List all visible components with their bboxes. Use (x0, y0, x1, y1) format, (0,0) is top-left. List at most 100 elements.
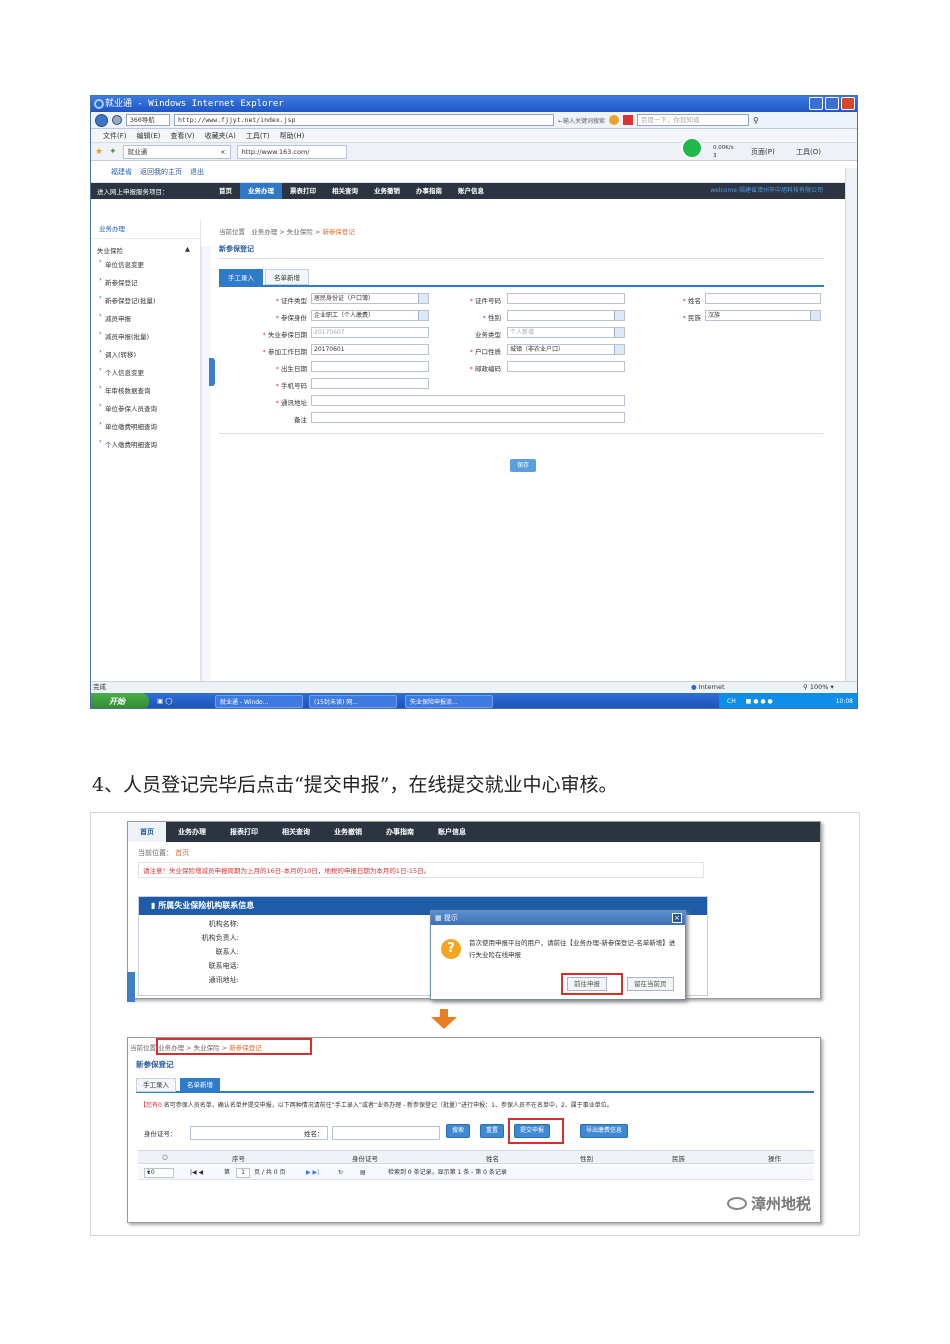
task-unemployment[interactable]: 失业保险申报流... (405, 695, 493, 708)
sidebar-collapse-handle[interactable] (209, 358, 215, 386)
export-button[interactable]: 导出缴费信息 (580, 1124, 629, 1138)
search-button[interactable]: 搜索 (446, 1124, 471, 1138)
id-type-select[interactable]: 居民身份证（户口簿） (311, 293, 429, 304)
work-date-input[interactable]: 20170601 (311, 344, 429, 355)
nav-revoke[interactable]: 业务撤销 (366, 183, 408, 199)
crumb2-home[interactable]: 首页 (175, 849, 189, 857)
reset-button[interactable]: 重置 (480, 1124, 505, 1138)
sidebar-item[interactable]: 减员申报 (91, 309, 200, 327)
favorites-star-icon[interactable]: ★ (95, 147, 103, 157)
sidebar-item[interactable]: 调入(转移) (91, 345, 200, 363)
sidebar-item[interactable]: 新参保登记 (91, 273, 200, 291)
dialog-close-icon[interactable]: × (672, 913, 682, 923)
collapse-up-icon[interactable]: ▲ (185, 245, 190, 253)
nav-print[interactable]: 票表打印 (282, 183, 324, 199)
url-input[interactable]: http://www.fjjyt.net/index.jsp (174, 114, 554, 126)
sidebar-scrollbar[interactable] (201, 246, 211, 681)
sidebar-group[interactable]: 失业保险 ▲ (91, 239, 200, 255)
save-button[interactable]: 保存 (510, 459, 536, 472)
birth-input[interactable] (311, 361, 429, 372)
minimize-button[interactable] (809, 97, 823, 110)
page-menu[interactable]: 页面(P) (751, 147, 775, 157)
task-jiuyetong[interactable]: 就业通 - Windo... (215, 695, 303, 708)
link-province[interactable]: 福建省 (111, 161, 132, 182)
unemp-date-input[interactable]: 20170607 (311, 327, 429, 338)
sidebar-item[interactable]: 单位信息变更 (91, 255, 200, 273)
select-all-checkbox[interactable]: ○ (162, 1153, 168, 1161)
remark-input[interactable] (311, 412, 625, 423)
postcode-input[interactable] (507, 361, 625, 372)
link-home[interactable]: 返回我的主页 (140, 161, 182, 182)
nav-home[interactable]: 首页 (211, 183, 240, 199)
name-input[interactable] (705, 293, 821, 304)
address-input[interactable] (311, 395, 625, 406)
household-select[interactable]: 城镇（非农业户口） (507, 344, 625, 355)
phone-input[interactable] (311, 378, 429, 389)
tab-list-add[interactable]: 名单新增 (265, 269, 309, 285)
crumb-2[interactable]: 失业保险 (287, 228, 313, 236)
tab-jiuyetong[interactable]: 就业通 × (122, 144, 231, 159)
nav2-home[interactable]: 首页 (128, 822, 166, 842)
add-favorite-icon[interactable]: ✦ (109, 147, 117, 157)
tray-icons[interactable]: ■ ● ● ● (746, 698, 773, 705)
sidebar-item[interactable]: 个人缴费明细查询 (91, 435, 200, 453)
role-select[interactable]: 企业职工（个人缴费） (311, 310, 429, 321)
tab2-manual-entry[interactable]: 手工录入 (136, 1078, 176, 1092)
menu-edit[interactable]: 编辑(E) (137, 129, 161, 142)
close-button[interactable] (841, 97, 855, 110)
nav-360-button[interactable]: 360导航 (126, 114, 170, 126)
back-icon[interactable] (95, 113, 108, 127)
nav2-guide[interactable]: 办事指南 (374, 822, 426, 842)
nav2-business[interactable]: 业务办理 (166, 822, 218, 842)
tab-163[interactable]: http://www.163.com/ (236, 144, 347, 159)
biz-type-select[interactable]: 个人新增 (507, 327, 625, 338)
search-icon[interactable]: ⚲ (753, 116, 759, 125)
sidebar-item[interactable]: 新参保登记(批量) (91, 291, 200, 309)
search-input[interactable]: 百度一下，你就知道 (637, 114, 750, 126)
menu-view[interactable]: 查看(V) (170, 129, 194, 142)
nav-guide[interactable]: 办事指南 (408, 183, 450, 199)
nav2-query[interactable]: 相关查询 (270, 822, 322, 842)
sidebar-item[interactable]: 单位参保人员查询 (91, 399, 200, 417)
sidebar-item[interactable]: 个人信息变更 (91, 363, 200, 381)
name-search-input[interactable] (332, 1126, 440, 1140)
page-scrollbar[interactable] (845, 168, 857, 683)
refresh-icon[interactable] (609, 115, 620, 125)
refresh-page-icon[interactable]: ↻ (338, 1166, 343, 1180)
task-mail[interactable]: (15封未读) 网... (309, 695, 397, 708)
next-page-icon[interactable]: ▶ ▶| (306, 1166, 319, 1180)
page-size-select[interactable]: 10 ▾ (144, 1168, 174, 1178)
stay-page-button[interactable]: 留在当前页 (627, 977, 674, 991)
first-page-icon[interactable]: |◀ ◀ (190, 1166, 203, 1180)
nav-account[interactable]: 账户信息 (450, 183, 492, 199)
sidebar-item[interactable]: 年审核数据查询 (91, 381, 200, 399)
ethnic-select[interactable]: 汉族 (705, 310, 821, 321)
sidebar-item[interactable]: 单位缴费明细查询 (91, 417, 200, 435)
maximize-button[interactable] (825, 97, 839, 110)
link-logout[interactable]: 退出 (190, 161, 204, 182)
menu-tools[interactable]: 工具(T) (246, 129, 270, 142)
id-no-input[interactable] (507, 293, 625, 304)
nav2-print[interactable]: 报表打印 (218, 822, 270, 842)
gender-select[interactable] (507, 310, 625, 321)
nav2-revoke[interactable]: 业务撤销 (322, 822, 374, 842)
tab2-list-add[interactable]: 名单新增 (180, 1078, 220, 1092)
sidebar-collapse-handle-2[interactable] (127, 972, 135, 1002)
menu-help[interactable]: 帮助(H) (280, 129, 305, 142)
stop-icon[interactable] (623, 115, 634, 125)
crumb-1[interactable]: 业务办理 (251, 228, 277, 236)
nav-business[interactable]: 业务办理 (240, 183, 282, 199)
tab-close-icon[interactable]: × (220, 146, 225, 159)
tools-menu[interactable]: 工具(O) (796, 147, 821, 157)
menu-file[interactable]: 文件(F) (103, 129, 127, 142)
menu-favorites[interactable]: 收藏夹(A) (205, 129, 236, 142)
forward-icon[interactable] (112, 115, 122, 125)
nav-query[interactable]: 相关查询 (324, 183, 366, 199)
export-page-icon[interactable]: ▤ (360, 1166, 366, 1180)
sidebar-item[interactable]: 减员申报(批量) (91, 327, 200, 345)
quicklaunch-icons[interactable]: ▣ ◯ (157, 693, 172, 708)
start-button[interactable]: 开始 (91, 693, 149, 708)
page-number-input[interactable]: 1 (236, 1168, 250, 1178)
tab-manual-entry[interactable]: 手工录入 (219, 269, 263, 285)
nav2-account[interactable]: 账户信息 (426, 822, 478, 842)
